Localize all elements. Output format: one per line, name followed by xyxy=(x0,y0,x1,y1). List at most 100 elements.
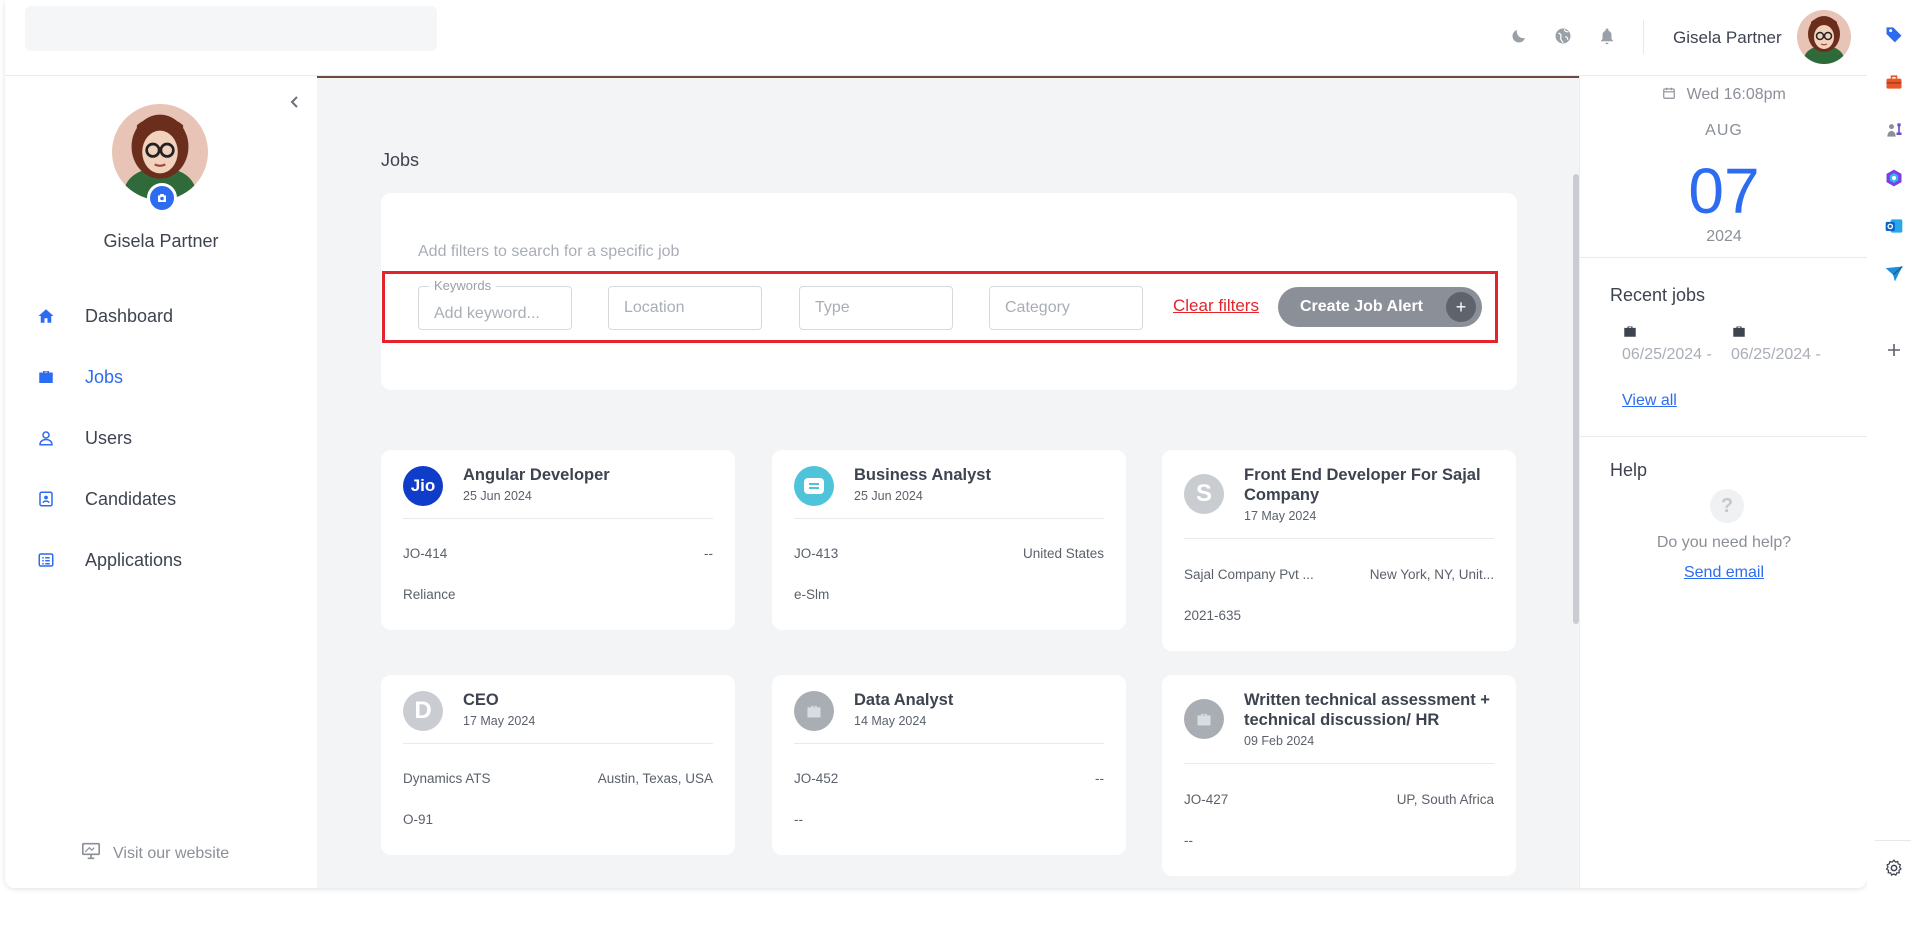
job-card[interactable]: Written technical assessment + technical… xyxy=(1162,675,1516,876)
chess-icon[interactable] xyxy=(1882,118,1906,142)
jio-logo: Jio xyxy=(403,466,443,506)
nav-item-applications[interactable]: Applications xyxy=(35,544,295,576)
header-avatar[interactable] xyxy=(1797,10,1851,64)
date-time: Wed 16:08pm xyxy=(1580,86,1867,104)
question-icon: ? xyxy=(1710,489,1744,523)
letter-s-logo: S xyxy=(1184,474,1224,514)
briefcase-icon xyxy=(35,366,57,388)
letter-d-logo: D xyxy=(403,691,443,731)
camera-icon[interactable] xyxy=(147,183,177,213)
help-question: Do you need help? xyxy=(1656,534,1792,551)
location-field[interactable] xyxy=(608,286,762,330)
location-input[interactable] xyxy=(609,287,761,329)
job-location: United States xyxy=(1022,546,1104,561)
nav-item-dashboard[interactable]: Dashboard xyxy=(35,300,295,332)
chevron-left-icon[interactable] xyxy=(285,92,305,112)
job-card[interactable]: D CEO 17 May 2024 Dynamics ATS Austin, T… xyxy=(381,675,735,855)
tag-icon[interactable] xyxy=(1882,22,1906,46)
briefcase-logo xyxy=(1184,699,1224,739)
user-icon xyxy=(35,427,57,449)
globe-icon[interactable] xyxy=(1551,24,1575,48)
copilot-icon[interactable] xyxy=(1882,166,1906,190)
visit-website-link[interactable]: Visit our website xyxy=(81,842,229,865)
send-email-link[interactable]: Send email xyxy=(1580,564,1867,582)
id-card-icon xyxy=(35,488,57,510)
type-field[interactable] xyxy=(799,286,953,330)
briefcase-icon xyxy=(1731,324,1747,340)
job-company: Reliance xyxy=(403,587,456,602)
app-window: Gisela Partner Gisela Partner Dashboard … xyxy=(5,0,1867,888)
header-search-bar[interactable] xyxy=(25,6,437,51)
home-icon xyxy=(35,305,57,327)
job-date: 17 May 2024 xyxy=(1244,509,1317,523)
nav-item-label: Applications xyxy=(85,549,183,570)
job-meta-row: JO-414 -- xyxy=(403,546,713,561)
recent-job-item[interactable]: 06/25/2024 - xyxy=(1622,324,1722,364)
nav-item-jobs[interactable]: Jobs xyxy=(35,361,295,393)
keywords-input[interactable] xyxy=(419,287,571,329)
nav-item-users[interactable]: Users xyxy=(35,422,295,454)
job-title: Business Analyst xyxy=(854,466,991,484)
moon-icon[interactable] xyxy=(1507,24,1531,48)
job-meta-row: JO-452 -- xyxy=(794,771,1104,786)
job-location: -- xyxy=(1095,771,1104,786)
create-job-alert-button[interactable]: Create Job Alert + xyxy=(1278,287,1482,327)
job-divider xyxy=(1184,538,1494,539)
clear-filters-link[interactable]: Clear filters xyxy=(1173,296,1259,316)
view-all-link[interactable]: View all xyxy=(1622,392,1677,410)
job-divider xyxy=(1184,763,1494,764)
job-meta-row: JO-413 United States xyxy=(794,546,1104,561)
job-divider xyxy=(794,743,1104,744)
job-card[interactable]: Jio Angular Developer 25 Jun 2024 JO-414… xyxy=(381,450,735,630)
job-code: Sajal Company Pvt ... xyxy=(1184,567,1314,582)
recent-jobs-title: Recent jobs xyxy=(1610,285,1706,305)
day: 07 xyxy=(1688,155,1760,227)
settings-icon[interactable] xyxy=(1882,856,1906,880)
job-title: Front End Developer For Sajal Company xyxy=(1244,466,1481,504)
job-location: UP, South Africa xyxy=(1396,792,1494,807)
category-field[interactable] xyxy=(989,286,1143,330)
outlook-icon[interactable] xyxy=(1882,214,1906,238)
main-content: Jobs Add filters to search for a specifi… xyxy=(317,76,1579,888)
recent-job-item[interactable]: 06/25/2024 - xyxy=(1731,324,1831,364)
job-date: 25 Jun 2024 xyxy=(463,489,532,503)
briefcase-icon xyxy=(1622,324,1638,340)
send-icon[interactable] xyxy=(1882,262,1906,286)
toolbox-icon[interactable] xyxy=(1882,70,1906,94)
job-date: 17 May 2024 xyxy=(463,714,536,728)
job-company: O-91 xyxy=(403,812,434,827)
nav-item-candidates[interactable]: Candidates xyxy=(35,483,295,515)
job-title: CEO xyxy=(463,691,499,709)
job-code: Dynamics ATS xyxy=(403,771,491,786)
calendar-icon xyxy=(1662,86,1686,103)
list-icon xyxy=(35,549,57,571)
create-job-alert-label: Create Job Alert xyxy=(1300,298,1423,315)
job-card[interactable]: S Front End Developer For Sajal Company … xyxy=(1162,450,1516,651)
job-date: 25 Jun 2024 xyxy=(854,489,923,503)
job-date: 09 Feb 2024 xyxy=(1244,734,1315,748)
header-user-name[interactable]: Gisela Partner xyxy=(1673,28,1782,48)
nav-item-label: Users xyxy=(85,427,133,448)
job-company: -- xyxy=(794,812,803,827)
year: 2024 xyxy=(1706,228,1742,245)
bell-icon[interactable] xyxy=(1595,24,1619,48)
job-title: Angular Developer xyxy=(463,466,610,484)
help-title: Help xyxy=(1610,460,1648,480)
category-input[interactable] xyxy=(990,287,1142,329)
plus-icon[interactable] xyxy=(1882,338,1906,362)
left-sidebar: Gisela Partner Dashboard Jobs Users Cand… xyxy=(5,76,317,888)
job-company: e-Slm xyxy=(794,587,830,602)
datetime-text: Wed 16:08pm xyxy=(1686,86,1786,103)
job-card[interactable]: Business Analyst 25 Jun 2024 JO-413 Unit… xyxy=(772,450,1126,630)
teal-company-logo xyxy=(794,466,834,506)
type-input[interactable] xyxy=(800,287,952,329)
page-title: Jobs xyxy=(381,150,420,170)
keywords-field[interactable]: Keywords xyxy=(418,279,572,330)
job-card[interactable]: Data Analyst 14 May 2024 JO-452 -- -- xyxy=(772,675,1126,855)
right-panel: Wed 16:08pm AUG 07 2024 Recent jobs 06/2… xyxy=(1579,76,1867,888)
job-code: JO-414 xyxy=(403,546,448,561)
nav-item-label: Candidates xyxy=(85,488,177,509)
visit-website-label: Visit our website xyxy=(113,844,230,862)
month: AUG xyxy=(1705,122,1743,139)
job-code: JO-427 xyxy=(1184,792,1229,807)
